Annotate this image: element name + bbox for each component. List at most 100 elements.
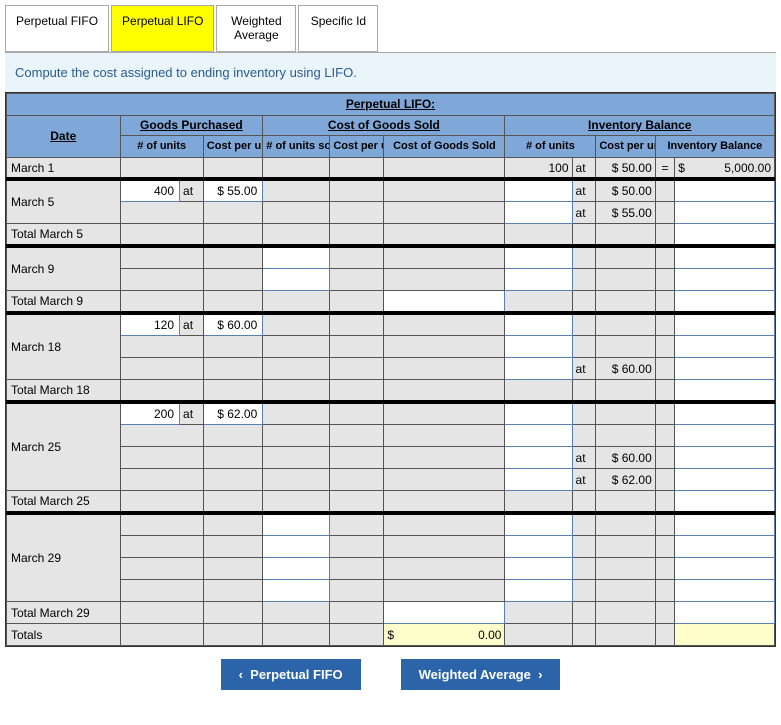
- mar18-ib-units-input-1[interactable]: [505, 313, 572, 336]
- chevron-left-icon: ‹: [239, 667, 243, 682]
- mar5-ib-amt-input-1[interactable]: [675, 179, 775, 202]
- mar29-cogs-units-input-1[interactable]: [263, 513, 330, 536]
- totals-cogs-amt: $0.00: [384, 624, 505, 646]
- next-label: Weighted Average: [419, 667, 531, 682]
- mar9-cogs-units-input-2[interactable]: [263, 269, 330, 291]
- tmar9-ib-amt-input[interactable]: [675, 291, 775, 314]
- mar18-ib-amt-input-2[interactable]: [675, 336, 775, 358]
- hdr-date: Date: [7, 115, 121, 157]
- mar5-ib-cpu-1: $ 50.00: [596, 179, 655, 202]
- mar18-gp-units-input[interactable]: [120, 313, 179, 336]
- mar1-ib-units: 100: [505, 157, 572, 179]
- row-date: March 5: [7, 179, 121, 224]
- table-title: Perpetual LIFO:: [7, 93, 775, 115]
- mar5-ib-units-input-2[interactable]: [505, 202, 572, 224]
- tmar29-ib-amt-input[interactable]: [675, 602, 775, 624]
- mar5-ib-units-input-1[interactable]: [505, 179, 572, 202]
- chevron-right-icon: ›: [538, 667, 542, 682]
- prev-label: Perpetual FIFO: [250, 667, 342, 682]
- tmar5-ib-amt-input[interactable]: [675, 224, 775, 247]
- hdr-goods-purchased: Goods Purchased: [120, 115, 263, 135]
- mar9-ib-amt-input-1[interactable]: [675, 246, 775, 269]
- mar25-ib-units-input-2[interactable]: [505, 425, 572, 447]
- prev-button[interactable]: ‹ Perpetual FIFO: [221, 659, 361, 690]
- mar5-ib-amt-input-2[interactable]: [675, 202, 775, 224]
- mar25-ib-units-input-3[interactable]: [505, 447, 572, 469]
- mar25-ib-units-input-1[interactable]: [505, 402, 572, 425]
- mar25-gp-cpu-input[interactable]: [203, 402, 262, 425]
- at-label: at: [572, 447, 596, 469]
- mar29-ib-units-input-1[interactable]: [505, 513, 572, 536]
- tab-perpetual-lifo[interactable]: Perpetual LIFO: [111, 5, 214, 52]
- mar18-ib-amt-input-3[interactable]: [675, 358, 775, 380]
- at-label: at: [180, 313, 204, 336]
- mar25-ib-cpu-4: $ 62.00: [596, 469, 655, 491]
- mar29-cogs-units-input-2[interactable]: [263, 536, 330, 558]
- mar29-ib-units-input-2[interactable]: [505, 536, 572, 558]
- hdr-inventory-balance: Inventory Balance: [505, 115, 775, 135]
- row-date: March 18: [7, 313, 121, 380]
- mar9-ib-amt-input-2[interactable]: [675, 269, 775, 291]
- mar29-cogs-units-input-4[interactable]: [263, 580, 330, 602]
- mar18-gp-cpu-input[interactable]: [203, 313, 262, 336]
- totals-ib-amt: [675, 624, 775, 646]
- tmar18-ib-amt-input[interactable]: [675, 380, 775, 403]
- at-label: at: [572, 358, 596, 380]
- mar18-ib-units-input-3[interactable]: [505, 358, 572, 380]
- hdr-ib-cpu: Cost per unit: [596, 135, 655, 157]
- mar29-ib-units-input-4[interactable]: [505, 580, 572, 602]
- nav-row: ‹ Perpetual FIFO Weighted Average ›: [5, 659, 776, 690]
- row-date: March 25: [7, 402, 121, 491]
- hdr-cogs: Cost of Goods Sold: [263, 115, 505, 135]
- row-date: March 29: [7, 513, 121, 602]
- next-button[interactable]: Weighted Average ›: [401, 659, 561, 690]
- equals-label: =: [655, 157, 674, 179]
- hdr-cogs-cpu: Cost per unit: [330, 135, 384, 157]
- row-date: Total March 5: [7, 224, 121, 247]
- mar25-ib-amt-input-4[interactable]: [675, 469, 775, 491]
- at-label: at: [572, 157, 596, 179]
- row-date: Total March 9: [7, 291, 121, 314]
- mar9-cogs-units-input-1[interactable]: [263, 246, 330, 269]
- mar29-ib-amt-input-4[interactable]: [675, 580, 775, 602]
- mar29-ib-amt-input-1[interactable]: [675, 513, 775, 536]
- mar25-ib-amt-input-1[interactable]: [675, 402, 775, 425]
- at-label: at: [180, 179, 204, 202]
- tab-weighted-average[interactable]: Weighted Average: [216, 5, 296, 52]
- mar25-ib-amt-input-3[interactable]: [675, 447, 775, 469]
- mar9-ib-units-input-1[interactable]: [505, 246, 572, 269]
- row-date: Totals: [7, 624, 121, 646]
- mar25-gp-units-input[interactable]: [120, 402, 179, 425]
- mar25-ib-cpu-3: $ 60.00: [596, 447, 655, 469]
- mar5-gp-units-input[interactable]: [120, 179, 179, 202]
- hdr-ib-units: # of units: [505, 135, 596, 157]
- mar5-gp-cpu-input[interactable]: [203, 179, 262, 202]
- row-date: March 9: [7, 246, 121, 291]
- row-date: Total March 18: [7, 380, 121, 403]
- mar29-ib-amt-input-2[interactable]: [675, 536, 775, 558]
- at-label: at: [572, 469, 596, 491]
- mar18-ib-amt-input-1[interactable]: [675, 313, 775, 336]
- mar18-ib-units-input-2[interactable]: [505, 336, 572, 358]
- mar1-ib-amt: $5,000.00: [675, 157, 775, 179]
- instruction-text: Compute the cost assigned to ending inve…: [5, 53, 776, 92]
- mar25-ib-amt-input-2[interactable]: [675, 425, 775, 447]
- mar25-ib-units-input-4[interactable]: [505, 469, 572, 491]
- tmar25-ib-amt-input[interactable]: [675, 491, 775, 514]
- mar18-ib-cpu-3: $ 60.00: [596, 358, 655, 380]
- tab-perpetual-fifo[interactable]: Perpetual FIFO: [5, 5, 109, 52]
- mar29-cogs-units-input-3[interactable]: [263, 558, 330, 580]
- row-date: Total March 25: [7, 491, 121, 514]
- mar29-ib-amt-input-3[interactable]: [675, 558, 775, 580]
- mar9-ib-units-input-2[interactable]: [505, 269, 572, 291]
- hdr-cogs-units-sold: # of units sold: [263, 135, 330, 157]
- hdr-cogs-amt: Cost of Goods Sold: [384, 135, 505, 157]
- mar1-ib-cpu: $ 50.00: [596, 157, 655, 179]
- tmar29-cogs-amt-input[interactable]: [384, 602, 505, 624]
- at-label: at: [572, 202, 596, 224]
- tmar9-cogs-amt-input[interactable]: [384, 291, 505, 314]
- mar29-ib-units-input-3[interactable]: [505, 558, 572, 580]
- at-label: at: [572, 179, 596, 202]
- tab-specific-id[interactable]: Specific Id: [298, 5, 378, 52]
- tab-bar: Perpetual FIFO Perpetual LIFO Weighted A…: [5, 5, 776, 53]
